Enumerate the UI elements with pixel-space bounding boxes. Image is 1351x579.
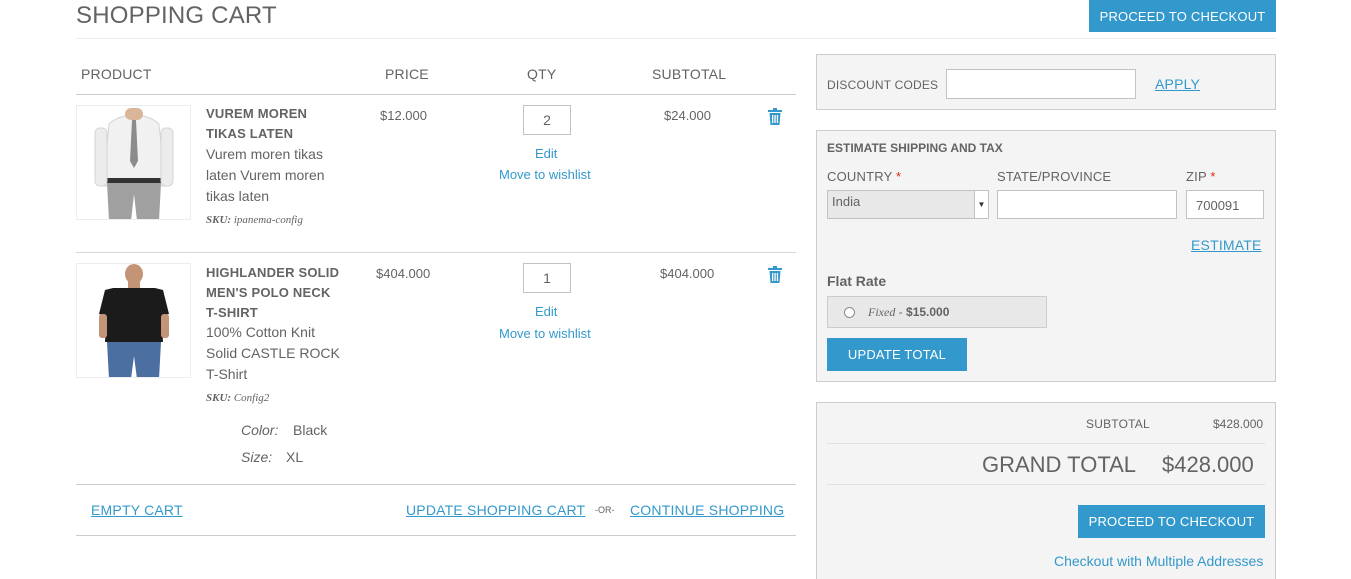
estimate-link[interactable]: ESTIMATE bbox=[1191, 237, 1262, 253]
zip-label: ZIP * bbox=[1186, 169, 1216, 184]
shipping-title: ESTIMATE SHIPPING AND TAX bbox=[827, 141, 1003, 155]
move-to-wishlist-link[interactable]: Move to wishlist bbox=[499, 326, 591, 341]
column-header-price: PRICE bbox=[385, 66, 429, 82]
shipping-rate-option[interactable]: Fixed - $15.000 bbox=[827, 296, 1047, 328]
product-sku: SKU: ipanema-config bbox=[206, 214, 303, 226]
state-label: STATE/PROVINCE bbox=[997, 169, 1112, 184]
subtotal-value: $428.000 bbox=[1213, 417, 1264, 431]
discount-code-input[interactable] bbox=[946, 69, 1136, 99]
product-image-shirt-tie[interactable] bbox=[76, 105, 191, 220]
item-subtotal: $404.000 bbox=[660, 266, 715, 281]
table-footer-divider bbox=[76, 484, 796, 485]
option-label-color: Color: bbox=[241, 422, 279, 438]
trash-icon[interactable] bbox=[768, 108, 782, 125]
item-price: $12.000 bbox=[380, 108, 427, 123]
update-shopping-cart-link[interactable]: UPDATE SHOPPING CART bbox=[406, 502, 585, 518]
column-header-product: PRODUCT bbox=[81, 66, 152, 82]
subtotal-label: SUBTOTAL bbox=[1086, 417, 1150, 431]
proceed-to-checkout-top-button[interactable]: PROCEED TO CHECKOUT bbox=[1089, 0, 1276, 32]
product-name-vurem-moren[interactable]: VUREM MOREN TIKAS LATEN bbox=[206, 104, 351, 144]
option-value-size: XL bbox=[286, 449, 304, 465]
row-divider bbox=[76, 252, 796, 253]
chevron-down-icon: ▼ bbox=[974, 191, 988, 218]
zip-input[interactable]: 700091 bbox=[1186, 190, 1264, 219]
checkout-multiple-addresses-link[interactable]: Checkout with Multiple Addresses bbox=[1054, 553, 1263, 569]
product-description: Vurem moren tikas laten Vurem moren tika… bbox=[206, 146, 325, 204]
grand-total-label: GRAND TOTAL bbox=[982, 452, 1137, 477]
empty-cart-link[interactable]: EMPTY CART bbox=[91, 502, 183, 518]
edit-item-link[interactable]: Edit bbox=[535, 146, 557, 161]
country-label: COUNTRY * bbox=[827, 169, 902, 184]
qty-input[interactable]: 1 bbox=[523, 263, 571, 293]
discount-label: DISCOUNT CODES bbox=[827, 78, 939, 92]
item-subtotal: $24.000 bbox=[664, 108, 711, 123]
apply-discount-link[interactable]: APPLY bbox=[1155, 76, 1200, 92]
item-price: $404.000 bbox=[376, 266, 431, 281]
actions-divider bbox=[76, 535, 796, 536]
table-header-divider bbox=[76, 94, 796, 95]
title-divider bbox=[76, 38, 1276, 39]
continue-shopping-link[interactable]: CONTINUE SHOPPING bbox=[630, 502, 784, 518]
column-header-qty: QTY bbox=[527, 66, 557, 82]
update-total-button[interactable]: UPDATE TOTAL bbox=[827, 338, 967, 371]
product-description: 100% Cotton Knit Solid CASTLE ROCK T-Shi… bbox=[206, 324, 340, 382]
grand-total-value: $428.000 bbox=[1162, 452, 1254, 477]
edit-item-link[interactable]: Edit bbox=[535, 304, 557, 319]
shipping-rate-radio[interactable] bbox=[844, 307, 855, 318]
product-photo-black-polo bbox=[77, 264, 190, 377]
option-label-size: Size: bbox=[241, 449, 273, 465]
or-separator: -OR- bbox=[595, 505, 615, 515]
product-image-polo[interactable] bbox=[76, 263, 191, 378]
country-select[interactable]: India ▼ bbox=[827, 190, 989, 219]
totals-divider bbox=[827, 443, 1265, 444]
shipping-rate-text: Fixed - $15.000 bbox=[868, 305, 950, 319]
product-name-highlander[interactable]: HIGHLANDER SOLID MEN'S POLO NECK T-SHIRT bbox=[206, 263, 351, 323]
product-sku: SKU: Config2 bbox=[206, 392, 270, 404]
flat-rate-title: Flat Rate bbox=[827, 273, 887, 289]
move-to-wishlist-link[interactable]: Move to wishlist bbox=[499, 167, 591, 182]
grand-total-divider bbox=[827, 484, 1265, 485]
option-value-color: Black bbox=[293, 422, 328, 438]
product-photo-white-shirt bbox=[77, 106, 190, 219]
trash-icon[interactable] bbox=[768, 266, 782, 283]
state-input[interactable] bbox=[997, 190, 1177, 219]
column-header-subtotal: SUBTOTAL bbox=[652, 66, 727, 82]
page-title: SHOPPING CART bbox=[76, 2, 277, 29]
proceed-to-checkout-button[interactable]: PROCEED TO CHECKOUT bbox=[1078, 505, 1265, 538]
qty-input[interactable]: 2 bbox=[523, 105, 571, 135]
